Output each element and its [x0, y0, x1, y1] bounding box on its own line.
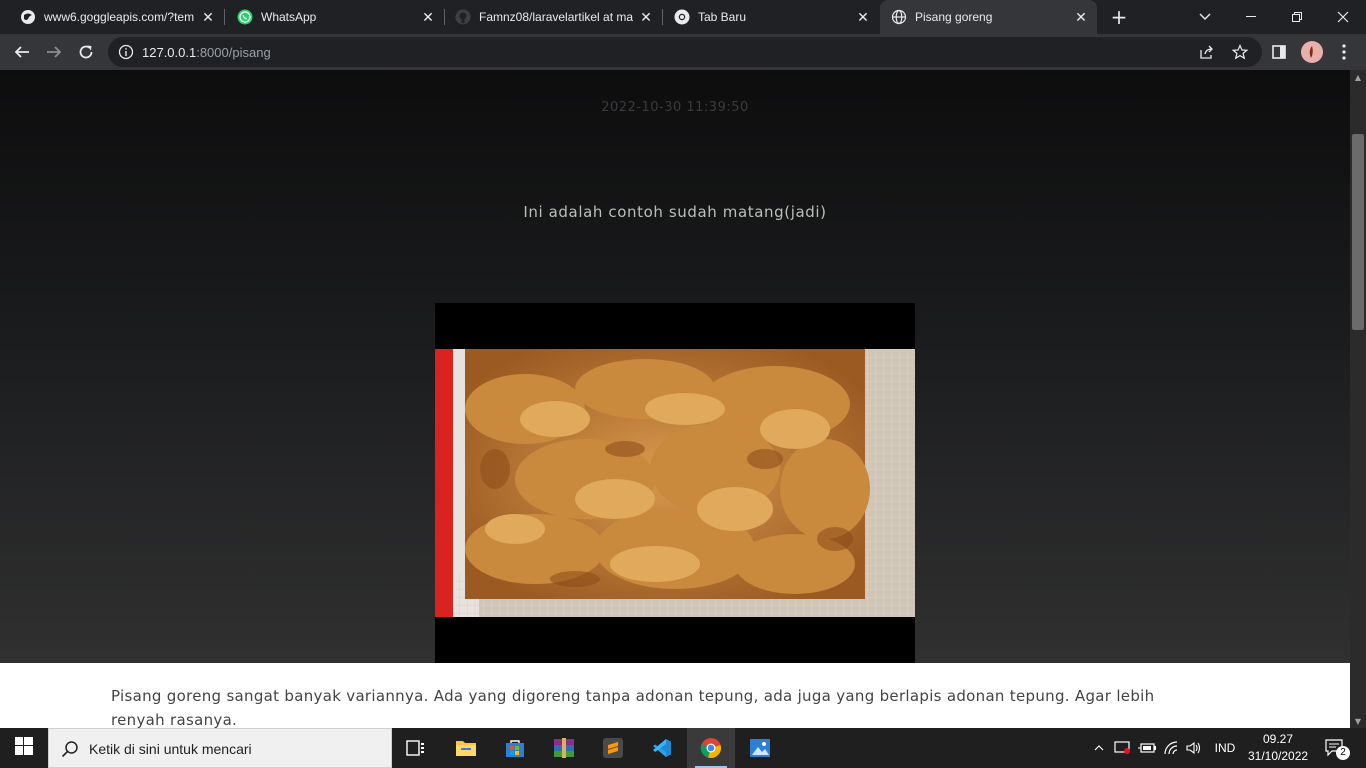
article-text: Pisang goreng sangat banyak variannya. A…: [111, 687, 1155, 728]
new-tab-button[interactable]: +: [1106, 4, 1132, 30]
back-button[interactable]: [8, 38, 36, 66]
tab-search-icon[interactable]: [1182, 0, 1228, 34]
show-hidden-icons[interactable]: [1090, 728, 1108, 768]
tab-github[interactable]: Famnz08/laravelartikel at ma ✕: [445, 0, 662, 34]
clock-date: 31/10/2022: [1248, 749, 1309, 763]
share-icon[interactable]: [1199, 44, 1215, 60]
post-caption: Ini adalah contoh sudah matang(jadi): [523, 203, 827, 221]
notification-icon: 2: [1324, 738, 1350, 760]
tab-strip: www6.goggleapis.com/?tem ✕ WhatsApp ✕ Fa…: [0, 0, 1366, 34]
page-viewport: 2022-10-30 11:39:50 Ini adalah contoh su…: [0, 70, 1350, 728]
scroll-down-arrow[interactable]: ▼: [1350, 714, 1366, 728]
tab-title: WhatsApp: [261, 10, 317, 24]
restore-button[interactable]: [1274, 0, 1320, 34]
wifi-icon[interactable]: [1161, 728, 1183, 768]
close-tab-icon[interactable]: ✕: [1071, 7, 1091, 27]
close-window-button[interactable]: [1320, 0, 1366, 34]
close-tab-icon[interactable]: ✕: [418, 7, 438, 27]
scroll-up-arrow[interactable]: ▲: [1350, 70, 1366, 84]
chrome-icon: [674, 9, 690, 25]
reload-button[interactable]: [72, 38, 100, 66]
notification-count: 2: [1336, 746, 1350, 760]
globe-icon: [891, 9, 907, 25]
winrar-icon[interactable]: [540, 728, 588, 768]
input-language[interactable]: IND: [1208, 728, 1242, 768]
task-view-icon[interactable]: [392, 728, 440, 768]
chrome-taskbar-icon[interactable]: [687, 728, 735, 768]
close-tab-icon[interactable]: ✕: [853, 7, 873, 27]
start-button[interactable]: [0, 728, 48, 768]
tab-title: Tab Baru: [698, 10, 747, 24]
tab-title: www6.goggleapis.com/?tem: [44, 10, 195, 24]
tab-title: Pisang goreng: [915, 10, 993, 24]
store-icon[interactable]: [491, 728, 539, 768]
whatsapp-icon: [237, 9, 253, 25]
volume-icon[interactable]: [1184, 728, 1204, 768]
clock-time: 09.27: [1262, 732, 1294, 746]
hero-section: 2022-10-30 11:39:50 Ini adalah contoh su…: [0, 70, 1350, 663]
close-tab-icon[interactable]: ✕: [636, 7, 656, 27]
bookmark-star-icon[interactable]: [1231, 44, 1249, 60]
windows-logo-icon: [15, 737, 33, 759]
url-path: :8000/pisang: [196, 45, 271, 60]
scrollbar-thumb[interactable]: [1352, 134, 1364, 330]
taskbar-search[interactable]: Ketik di sini untuk mencari: [48, 728, 392, 768]
minimize-button[interactable]: [1228, 0, 1274, 34]
search-icon: [61, 740, 79, 758]
profile-avatar[interactable]: [1298, 38, 1326, 66]
fried-banana-photo: [435, 349, 915, 617]
browser-toolbar: 127.0.0.1:8000/pisang: [0, 34, 1366, 70]
battery-icon[interactable]: [1136, 728, 1158, 768]
sublime-text-icon[interactable]: [589, 728, 637, 768]
page-scrollbar[interactable]: ▲ ▼: [1350, 70, 1366, 728]
more-menu-icon[interactable]: [1330, 38, 1358, 66]
forward-button[interactable]: [40, 38, 68, 66]
video-frame[interactable]: [435, 303, 915, 663]
tab-goggleapis[interactable]: www6.goggleapis.com/?tem ✕: [0, 0, 224, 34]
close-tab-icon[interactable]: ✕: [198, 7, 218, 27]
url-text: 127.0.0.1:8000/pisang: [142, 45, 271, 60]
search-placeholder: Ketik di sini untuk mencari: [89, 741, 252, 757]
site-info-icon[interactable]: [118, 44, 134, 60]
system-clock[interactable]: 09.27 31/10/2022: [1248, 731, 1308, 765]
meet-now-icon[interactable]: [1112, 728, 1134, 768]
windows-taskbar: Ketik di sini untuk mencari IND 09.27 31…: [0, 728, 1366, 768]
notification-center[interactable]: 2: [1320, 728, 1350, 768]
address-bar[interactable]: 127.0.0.1:8000/pisang: [108, 37, 1262, 67]
github-icon: [455, 9, 471, 25]
tab-whatsapp[interactable]: WhatsApp ✕: [225, 0, 444, 34]
tab-title: Famnz08/laravelartikel at ma: [479, 10, 634, 24]
post-date: 2022-10-30 11:39:50: [601, 100, 749, 115]
tab-tab-baru[interactable]: Tab Baru ✕: [663, 0, 879, 34]
globe-icon: [20, 9, 36, 25]
side-panel-icon[interactable]: [1265, 38, 1293, 66]
file-explorer-icon[interactable]: [442, 728, 490, 768]
url-host: 127.0.0.1: [142, 45, 197, 60]
vscode-icon[interactable]: [638, 728, 686, 768]
tab-pisang-goreng[interactable]: Pisang goreng ✕: [880, 0, 1097, 34]
photos-icon[interactable]: [736, 728, 784, 768]
